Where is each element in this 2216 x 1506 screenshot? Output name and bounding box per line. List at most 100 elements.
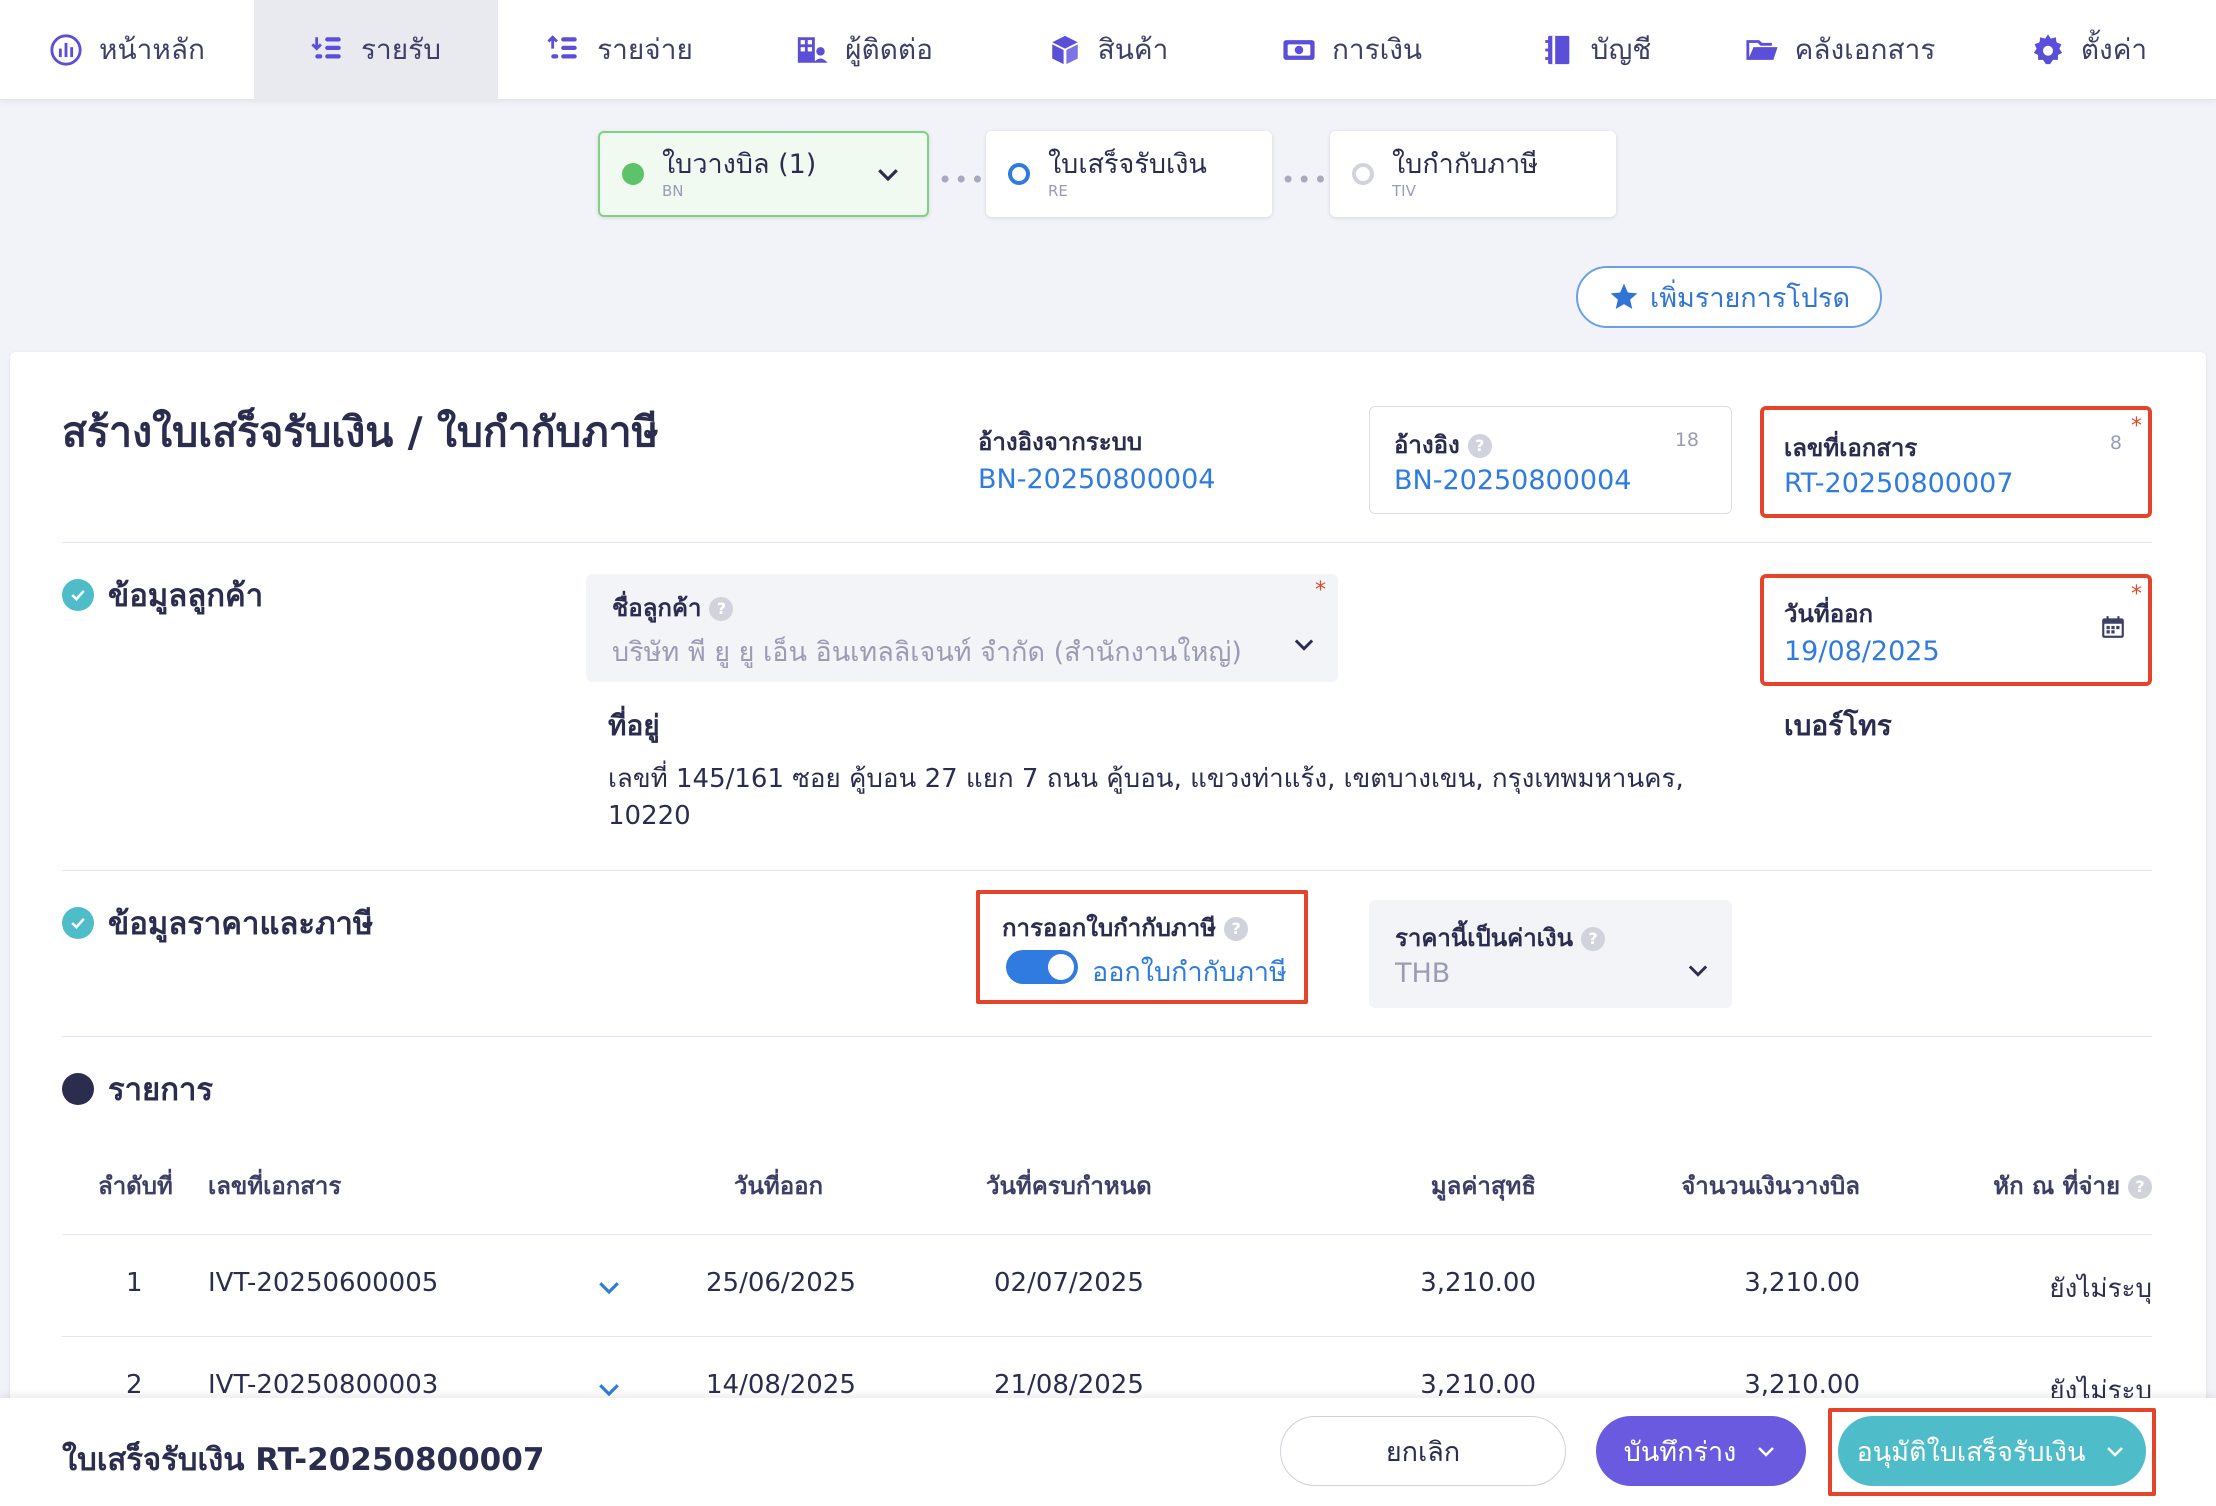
document-number-field[interactable]: เลขที่เอกสาร 8 * RT-20250800007 xyxy=(1760,406,2152,518)
help-icon[interactable]: ? xyxy=(2128,1175,2152,1199)
row-billed-amount: 3,210.00 xyxy=(1744,1370,1860,1400)
star-icon xyxy=(1610,283,1638,309)
step-code: RE xyxy=(1048,182,1068,200)
currency-select[interactable]: ราคานี้เป็นค่าเงิน? THB xyxy=(1369,900,1732,1008)
check-circle-icon xyxy=(62,907,94,939)
calendar-icon[interactable] xyxy=(2100,614,2126,640)
section-title-text: ข้อมูลลูกค้า xyxy=(108,578,264,614)
approve-label: อนุมัติใบเสร็จรับเงิน xyxy=(1856,1436,2086,1468)
phone-label: เบอร์โทร xyxy=(1784,709,1892,742)
chevron-down-icon[interactable] xyxy=(594,1272,624,1302)
nav-accounting[interactable]: บัญชี xyxy=(1474,0,1718,100)
customer-name-label: ชื่อลูกค้า xyxy=(612,594,702,622)
column-header: วันที่ครบกำหนด xyxy=(986,1172,1152,1200)
reference-field[interactable]: อ้างอิง? 18 BN-20250800004 xyxy=(1369,406,1732,514)
row-net-amount: 3,210.00 xyxy=(1420,1370,1536,1400)
customer-name-value: บริษัท พี ยู ยู เอ็น อินเทลลิเจนท์ จำกัด… xyxy=(612,637,1242,668)
cancel-label: ยกเลิก xyxy=(1385,1436,1461,1468)
section-divider xyxy=(62,1036,2152,1037)
row-number: 1 xyxy=(126,1268,143,1298)
row-due-date: 21/08/2025 xyxy=(994,1370,1144,1400)
nav-expense[interactable]: รายจ่าย xyxy=(498,0,742,100)
document-form-card: สร้างใบเสร็จรับเงิน / ใบกำกับภาษี อ้างอิ… xyxy=(10,352,2206,1506)
add-favorite-button[interactable]: เพิ่มรายการโปรด xyxy=(1576,266,1882,328)
reference-char-count: 18 xyxy=(1674,429,1699,451)
step-receipt[interactable]: ใบเสร็จรับเงิน RE xyxy=(986,131,1272,217)
section-divider xyxy=(62,542,2152,543)
customer-name-select[interactable]: ชื่อลูกค้า? * บริษัท พี ยู ยู เอ็น อินเท… xyxy=(586,574,1338,682)
column-header-text: หัก ณ ที่จ่าย xyxy=(1993,1172,2120,1200)
nav-dashboard[interactable]: หน้าหลัก xyxy=(0,0,254,100)
cancel-button[interactable]: ยกเลิก xyxy=(1280,1416,1566,1486)
nav-products[interactable]: สินค้า xyxy=(986,0,1230,100)
currency-label: ราคานี้เป็นค่าเงิน xyxy=(1395,924,1574,952)
row-issue-date: 14/08/2025 xyxy=(706,1370,856,1400)
nav-label: สินค้า xyxy=(1097,33,1169,66)
nav-income[interactable]: รายรับ xyxy=(254,0,498,100)
step-billing-note[interactable]: ใบวางบิล (1) BN xyxy=(598,131,929,217)
check-circle-icon xyxy=(62,579,94,611)
items-section-title: รายการ xyxy=(62,1064,213,1114)
nav-label: รายจ่าย xyxy=(597,33,693,66)
step-tax-invoice[interactable]: ใบกำกับภาษี TIV xyxy=(1330,131,1616,217)
step-connector: ••• xyxy=(938,166,987,194)
chevron-down-icon[interactable] xyxy=(873,159,903,189)
page-title: สร้างใบเสร็จรับเงิน / ใบกำกับภาษี xyxy=(62,408,659,456)
issue-date-label: วันที่ออก xyxy=(1784,600,1874,628)
column-header: มูลค่าสุทธิ xyxy=(1430,1172,1536,1200)
section-divider xyxy=(62,870,2152,871)
save-draft-button[interactable]: บันทึกร่าง xyxy=(1596,1416,1806,1486)
issue-date-field[interactable]: วันที่ออก * 19/08/2025 xyxy=(1760,574,2152,686)
box-icon xyxy=(1051,35,1078,65)
help-icon[interactable]: ? xyxy=(1224,917,1249,941)
tax-invoice-option: การออกใบกำกับภาษี? ออกใบกำกับภาษี xyxy=(976,890,1308,1004)
save-draft-label: บันทึกร่าง xyxy=(1623,1436,1737,1468)
contacts-icon xyxy=(797,37,828,63)
expense-icon xyxy=(547,35,577,59)
price-section-title: ข้อมูลราคาและภาษี xyxy=(62,898,373,948)
step-status-dot xyxy=(1008,163,1030,185)
nav-settings[interactable]: ตั้งค่า xyxy=(1962,0,2216,100)
row-document-link[interactable]: IVT-20250600005 xyxy=(208,1268,438,1298)
document-number-char-count: 8 xyxy=(2109,432,2122,454)
nav-contacts[interactable]: ผู้ติดต่อ xyxy=(742,0,986,100)
section-title-text: รายการ xyxy=(108,1072,214,1108)
help-icon[interactable]: ? xyxy=(1581,927,1606,951)
nav-label: บัญชี xyxy=(1590,33,1652,66)
tax-invoice-label: การออกใบกำกับภาษี xyxy=(1002,914,1217,942)
ref-system-label: อ้างอิงจากระบบ xyxy=(978,428,1143,456)
help-icon[interactable]: ? xyxy=(1467,434,1492,458)
address-line-2: 10220 xyxy=(608,801,691,831)
row-document-link[interactable]: IVT-20250800003 xyxy=(208,1370,438,1400)
tax-invoice-toggle[interactable] xyxy=(1006,950,1078,984)
customer-section-title: ข้อมูลลูกค้า xyxy=(62,570,263,620)
approve-receipt-button[interactable]: อนุมัติใบเสร็จรับเงิน xyxy=(1838,1416,2146,1486)
help-icon[interactable]: ? xyxy=(709,597,734,621)
row-issue-date: 25/06/2025 xyxy=(706,1268,856,1298)
column-header: จำนวนเงินวางบิล xyxy=(1681,1172,1860,1200)
footer-document-title: ใบเสร็จรับเงิน RT-20250800007 xyxy=(62,1442,545,1478)
ledger-icon xyxy=(1544,35,1570,65)
row-withholding-tax[interactable]: ยังไม่ระบุ xyxy=(2049,1268,2152,1309)
document-number-label: เลขที่เอกสาร xyxy=(1784,434,1918,462)
currency-value: THB xyxy=(1395,958,1451,989)
chevron-down-icon xyxy=(1688,965,1708,977)
add-favorite-label: เพิ่มรายการโปรด xyxy=(1650,282,1850,314)
step-code: TIV xyxy=(1392,182,1416,200)
step-status-dot xyxy=(622,163,644,185)
ref-system-link[interactable]: BN-20250800004 xyxy=(978,464,1215,495)
toggle-knob xyxy=(1048,954,1074,980)
address-label: ที่อยู่ xyxy=(608,709,660,742)
nav-label: หน้าหลัก xyxy=(99,33,205,66)
dashboard-icon xyxy=(50,34,82,66)
required-asterisk: * xyxy=(2131,582,2142,607)
row-divider xyxy=(62,1336,2152,1337)
nav-label: ผู้ติดต่อ xyxy=(845,33,933,66)
nav-label: คลังเอกสาร xyxy=(1794,33,1936,66)
row-due-date: 02/07/2025 xyxy=(994,1268,1144,1298)
nav-label: การเงิน xyxy=(1331,33,1423,66)
nav-finance[interactable]: การเงิน xyxy=(1230,0,1474,100)
step-name: ใบเสร็จรับเงิน xyxy=(1048,149,1207,180)
nav-documents[interactable]: คลังเอกสาร xyxy=(1718,0,1962,100)
chevron-down-icon xyxy=(1758,1447,1775,1457)
